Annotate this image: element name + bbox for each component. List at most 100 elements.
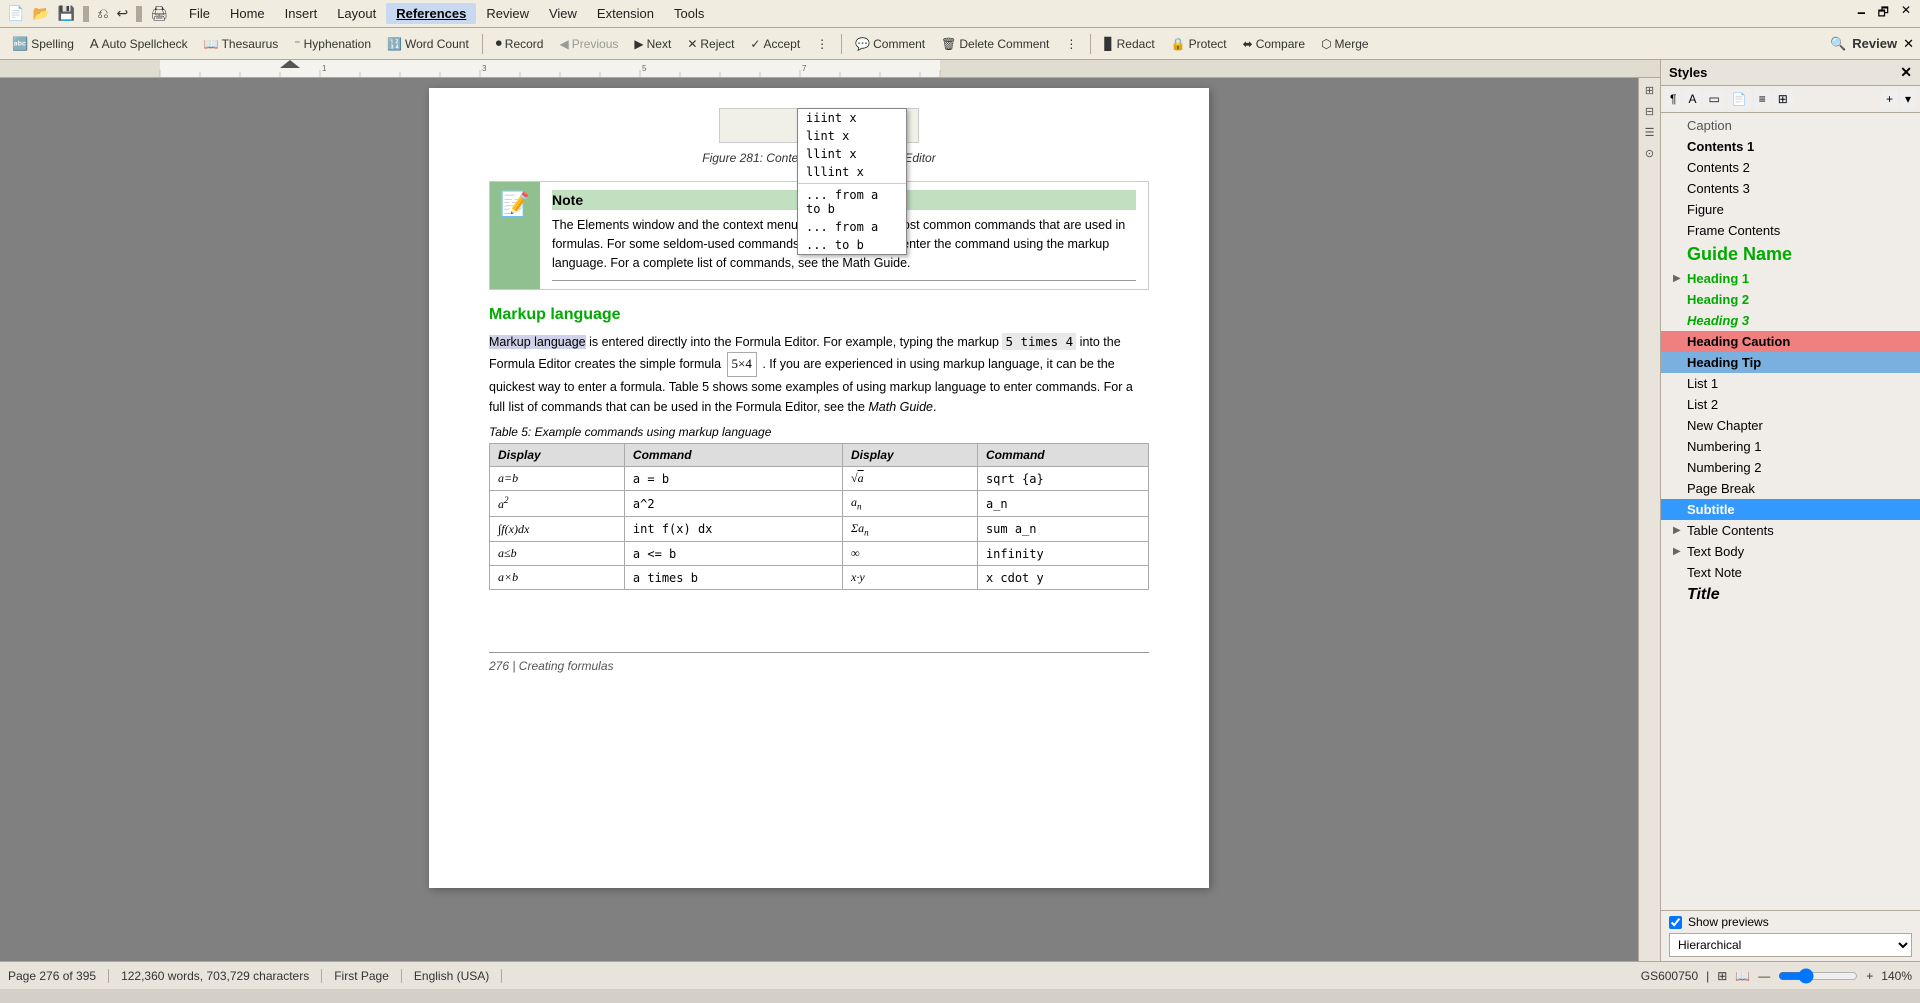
menu-references[interactable]: References: [386, 3, 476, 24]
hierarchical-select[interactable]: Hierarchical: [1669, 933, 1912, 957]
cell-d2-r3: Σan: [843, 517, 978, 542]
previous-button[interactable]: ◀ Previous: [553, 35, 624, 53]
undo-icon[interactable]: ⎌: [94, 3, 111, 24]
style-item-subtitle[interactable]: Subtitle: [1661, 499, 1920, 520]
redact-button[interactable]: ▊ Redact: [1098, 35, 1160, 53]
cell-c1-r4: a <= b: [624, 542, 842, 566]
menu-review[interactable]: Review: [476, 3, 539, 24]
spelling-button[interactable]: 🔤 Spelling: [6, 34, 80, 54]
styles-page-btn[interactable]: 📄: [1727, 89, 1752, 109]
previous-label: Previous: [572, 37, 619, 51]
panel-close-icon[interactable]: ✕: [1903, 36, 1914, 52]
style-item-title[interactable]: Title: [1661, 583, 1920, 607]
manage-button[interactable]: ⋮: [1059, 35, 1083, 53]
menu-tools[interactable]: Tools: [664, 3, 714, 24]
styles-list-btn[interactable]: ≡: [1754, 89, 1771, 109]
accept-button[interactable]: ✓ Accept: [744, 35, 806, 53]
style-item-guide-name[interactable]: Guide Name: [1661, 241, 1920, 268]
style-item-heading-tip[interactable]: Heading Tip: [1661, 352, 1920, 373]
book-view-icon[interactable]: 📖: [1735, 969, 1750, 983]
open-icon[interactable]: 📂: [29, 3, 52, 24]
ctx-item-lint[interactable]: lint x: [798, 127, 906, 145]
style-item-heading2[interactable]: Heading 2: [1661, 289, 1920, 310]
cell-d2-r5: x·y: [843, 566, 978, 590]
save-icon[interactable]: 💾: [55, 3, 78, 24]
style-item-text-body[interactable]: ▶ Text Body: [1661, 541, 1920, 562]
style-label-text-note: Text Note: [1687, 565, 1742, 580]
style-item-new-chapter[interactable]: New Chapter: [1661, 415, 1920, 436]
menu-file[interactable]: File: [179, 3, 220, 24]
style-item-numbering2[interactable]: Numbering 2: [1661, 457, 1920, 478]
ctx-item-iiint[interactable]: iiint x: [798, 109, 906, 127]
new-icon[interactable]: 📄: [4, 3, 27, 24]
style-item-heading1[interactable]: ▶ Heading 1: [1661, 268, 1920, 289]
redact-icon: ▊: [1104, 37, 1113, 51]
right-toolbar-btn2[interactable]: ⊟: [1643, 103, 1656, 120]
thesaurus-button[interactable]: 📖 Thesaurus: [198, 35, 285, 53]
styles-char-btn[interactable]: A: [1683, 89, 1701, 109]
zoom-slider[interactable]: [1778, 968, 1858, 984]
style-item-table-contents[interactable]: ▶ Table Contents: [1661, 520, 1920, 541]
col-header-command1: Command: [624, 444, 842, 467]
style-item-contents3[interactable]: Contents 3: [1661, 178, 1920, 199]
style-item-contents1[interactable]: Contents 1: [1661, 136, 1920, 157]
close-button[interactable]: ✕: [1896, 1, 1916, 26]
show-previews-label[interactable]: Show previews: [1669, 915, 1912, 929]
auto-spellcheck-button[interactable]: A Auto Spellcheck: [84, 34, 194, 53]
styles-frame-btn[interactable]: ▭: [1703, 89, 1724, 109]
style-item-list2[interactable]: List 2: [1661, 394, 1920, 415]
more-button[interactable]: ⋮: [810, 35, 834, 53]
style-item-contents2[interactable]: Contents 2: [1661, 157, 1920, 178]
style-label-contents2: Contents 2: [1687, 160, 1750, 175]
page-layout-icon[interactable]: ⊞: [1717, 969, 1727, 983]
style-item-page-break[interactable]: Page Break: [1661, 478, 1920, 499]
style-item-numbering1[interactable]: Numbering 1: [1661, 436, 1920, 457]
ctx-item-lllint[interactable]: lllint x: [798, 163, 906, 181]
protect-button[interactable]: 🔒 Protect: [1165, 35, 1233, 53]
print-icon[interactable]: 🖨: [147, 3, 171, 24]
right-toolbar-btn1[interactable]: ⊞: [1643, 82, 1656, 99]
style-item-text-note[interactable]: Text Note: [1661, 562, 1920, 583]
cell-d2-r2: an: [843, 491, 978, 517]
menu-home[interactable]: Home: [220, 3, 275, 24]
style-item-heading3[interactable]: Heading 3: [1661, 310, 1920, 331]
right-toolbar-btn4[interactable]: ⊙: [1643, 145, 1656, 162]
section-info: First Page: [322, 969, 402, 983]
compare-button[interactable]: ⬌ Compare: [1237, 35, 1311, 53]
menu-extension[interactable]: Extension: [587, 3, 664, 24]
reject-button[interactable]: ✕ Reject: [681, 35, 740, 53]
show-previews-checkbox[interactable]: [1669, 916, 1682, 929]
ctx-item-llint[interactable]: llint x: [798, 145, 906, 163]
styles-para-btn[interactable]: ¶: [1665, 89, 1681, 109]
review-label: Review: [1852, 36, 1897, 51]
styles-table-btn[interactable]: ⊞: [1773, 89, 1793, 109]
maximize-button[interactable]: 🗗: [1873, 1, 1894, 26]
delete-comment-button[interactable]: 🗑 Delete Comment: [935, 35, 1055, 53]
style-item-frame-contents[interactable]: Frame Contents: [1661, 220, 1920, 241]
styles-more-btn[interactable]: ▾: [1900, 89, 1916, 109]
cell-c2-r2: a_n: [977, 491, 1148, 517]
merge-button[interactable]: ⬡ Merge: [1315, 35, 1375, 53]
ctx-item-from-a[interactable]: ... from a: [798, 218, 906, 236]
styles-new-btn[interactable]: +: [1881, 89, 1898, 109]
style-item-list1[interactable]: List 1: [1661, 373, 1920, 394]
redo-icon[interactable]: ↩: [114, 3, 132, 24]
spellcheck-icon: A: [90, 36, 99, 51]
accept-icon: ✓: [750, 37, 760, 51]
menu-view[interactable]: View: [539, 3, 587, 24]
styles-close-icon[interactable]: ✕: [1900, 64, 1912, 81]
ctx-item-to-b[interactable]: ... to b: [798, 236, 906, 254]
style-item-caption[interactable]: Caption: [1661, 115, 1920, 136]
menu-layout[interactable]: Layout: [327, 3, 386, 24]
style-item-heading-caution[interactable]: Heading Caution: [1661, 331, 1920, 352]
ctx-item-from-a-to-b[interactable]: ... from a to b: [798, 186, 906, 218]
record-button[interactable]: ⏺ Record: [490, 34, 550, 53]
word-count-button[interactable]: 🔢 Word Count: [381, 35, 475, 53]
next-button[interactable]: ▶ Next: [628, 35, 677, 53]
menu-insert[interactable]: Insert: [275, 3, 328, 24]
comment-button[interactable]: 💬 Comment: [849, 35, 931, 53]
right-toolbar-btn3[interactable]: ☰: [1643, 124, 1657, 141]
style-item-figure[interactable]: Figure: [1661, 199, 1920, 220]
hyphenation-button[interactable]: ⁻ Hyphenation: [288, 35, 377, 53]
minimize-button[interactable]: 🗕: [1852, 1, 1871, 26]
